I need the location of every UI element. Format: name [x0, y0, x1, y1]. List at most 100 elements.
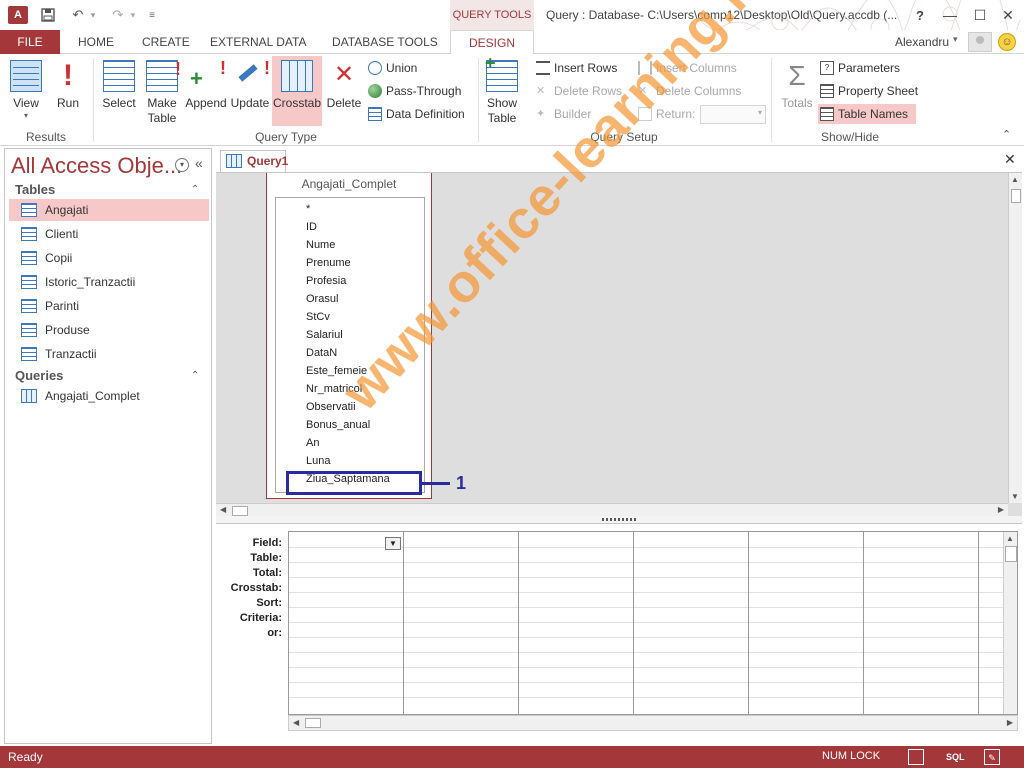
customize-toolbar-icon[interactable]: ≡: [146, 5, 158, 25]
grid-column[interactable]: [289, 532, 404, 714]
scroll-thumb[interactable]: [305, 718, 321, 728]
scroll-left-icon[interactable]: ◀: [220, 505, 226, 514]
help-button[interactable]: ?: [908, 4, 932, 26]
nav-shutter-icon[interactable]: «: [195, 155, 203, 171]
nav-item-query[interactable]: Angajati_Complet: [9, 385, 209, 407]
datasheet-view-icon[interactable]: [908, 749, 924, 765]
scroll-left-icon[interactable]: ◀: [293, 718, 299, 727]
nav-section-tables[interactable]: Tables: [15, 182, 55, 197]
nav-menu-dropdown-icon[interactable]: ▾: [175, 158, 189, 172]
tab-create[interactable]: CREATE: [132, 30, 200, 54]
return-dropdown[interactable]: ▾: [700, 105, 766, 124]
smiley-feedback-icon[interactable]: ☺: [998, 33, 1016, 51]
builder-button[interactable]: ✦ Builder: [534, 104, 591, 124]
vertical-scrollbar[interactable]: ▲ ▼: [1008, 173, 1022, 503]
nav-item-table[interactable]: Istoric_Tranzactii: [9, 271, 209, 293]
document-tab-query1[interactable]: Query1: [220, 150, 288, 172]
field-item[interactable]: Nume: [306, 236, 335, 254]
field-item[interactable]: Este_femeie: [306, 362, 367, 380]
crosstab-button[interactable]: Crosstab: [272, 56, 322, 126]
field-item[interactable]: Observatii: [306, 398, 356, 416]
nav-item-table[interactable]: Parinti: [9, 295, 209, 317]
field-item[interactable]: An: [306, 434, 319, 452]
data-definition-button[interactable]: Data Definition: [366, 104, 465, 124]
pane-splitter[interactable]: [216, 516, 1022, 524]
close-document-icon[interactable]: ✕: [1004, 151, 1016, 168]
scroll-up-icon[interactable]: ▲: [1006, 534, 1014, 543]
union-button[interactable]: Union: [366, 58, 417, 78]
delete-button[interactable]: ✕ Delete: [324, 56, 364, 126]
grid-column[interactable]: [404, 532, 519, 714]
field-dropdown-icon[interactable]: ▼: [385, 537, 401, 550]
append-button[interactable]: +! Append: [183, 56, 229, 126]
grid-vertical-scrollbar[interactable]: ▲: [1003, 532, 1017, 714]
user-dropdown-icon[interactable]: ▾: [953, 34, 958, 45]
scroll-up-icon[interactable]: ▲: [1011, 175, 1019, 184]
scroll-right-icon[interactable]: ▶: [998, 505, 1004, 514]
redo-icon[interactable]: ↷: [108, 5, 128, 25]
field-item[interactable]: StCv: [306, 308, 330, 326]
run-button[interactable]: ! Run: [50, 56, 86, 126]
maximize-button[interactable]: ☐: [968, 4, 992, 26]
tab-file[interactable]: FILE: [0, 30, 60, 54]
show-table-button[interactable]: + Show Table: [482, 53, 522, 126]
select-button[interactable]: Select: [98, 56, 140, 126]
tab-external-data[interactable]: EXTERNAL DATA: [200, 30, 316, 54]
insert-columns-button[interactable]: Insert Columns: [636, 58, 737, 78]
grid-column[interactable]: [519, 532, 634, 714]
tab-home[interactable]: HOME: [68, 30, 124, 54]
nav-item-table[interactable]: Clienti: [9, 223, 209, 245]
field-item[interactable]: DataN: [306, 344, 337, 362]
grid-horizontal-scrollbar[interactable]: ◀ ▶: [288, 715, 1018, 731]
nav-item-table[interactable]: Angajati: [9, 199, 209, 221]
tab-database-tools[interactable]: DATABASE TOOLS: [322, 30, 448, 54]
field-item[interactable]: ID: [306, 218, 317, 236]
splitter-grip-icon[interactable]: [602, 518, 636, 521]
grid-column[interactable]: [864, 532, 979, 714]
field-item[interactable]: Prenume: [306, 254, 351, 272]
grid-column[interactable]: [749, 532, 864, 714]
field-item[interactable]: Salariul: [306, 326, 343, 344]
minimize-button[interactable]: —: [938, 4, 962, 26]
table-names-button[interactable]: Table Names: [818, 104, 916, 124]
undo-dropdown-icon[interactable]: ▾: [88, 5, 98, 25]
nav-item-table[interactable]: Produse: [9, 319, 209, 341]
query-design-grid[interactable]: ▼ ▲: [288, 531, 1018, 715]
delete-rows-button[interactable]: ✕ Delete Rows: [534, 81, 622, 101]
collapse-ribbon-icon[interactable]: ⌃: [1002, 128, 1011, 141]
field-item[interactable]: Nr_matricol: [306, 380, 362, 398]
redo-dropdown-icon[interactable]: ▾: [128, 5, 138, 25]
nav-pane-title[interactable]: All Access Obje...: [11, 153, 182, 179]
delete-columns-button[interactable]: ✕ Delete Columns: [636, 81, 741, 101]
collapse-section-icon[interactable]: ⌃: [191, 184, 199, 195]
scroll-right-icon[interactable]: ▶: [1007, 718, 1013, 727]
scroll-thumb[interactable]: [1005, 546, 1017, 562]
scroll-thumb[interactable]: [232, 506, 248, 516]
nav-item-table[interactable]: Copii: [9, 247, 209, 269]
user-name[interactable]: Alexandru: [895, 35, 949, 49]
nav-section-queries[interactable]: Queries: [15, 368, 63, 383]
field-item[interactable]: Profesia: [306, 272, 346, 290]
view-button[interactable]: View ▾: [6, 56, 46, 126]
field-item-luna[interactable]: Luna: [306, 452, 330, 470]
scroll-down-icon[interactable]: ▼: [1011, 492, 1019, 501]
save-icon[interactable]: [38, 5, 58, 25]
totals-button[interactable]: Σ Totals: [778, 56, 816, 126]
make-table-button[interactable]: ! Make Table: [142, 56, 182, 126]
close-window-button[interactable]: ✕: [996, 4, 1020, 26]
grid-column[interactable]: [634, 532, 749, 714]
parameters-button[interactable]: ? Parameters: [818, 58, 900, 78]
sql-view-icon[interactable]: SQL: [946, 749, 965, 765]
collapse-section-icon[interactable]: ⌃: [191, 370, 199, 381]
return-selector[interactable]: Return:: [636, 104, 695, 124]
nav-item-table[interactable]: Tranzactii: [9, 343, 209, 365]
field-list-window[interactable]: Angajati_Complet * ID Nume Prenume Profe…: [266, 173, 432, 499]
field-item[interactable]: Orasul: [306, 290, 338, 308]
pass-through-button[interactable]: Pass-Through: [366, 81, 461, 101]
avatar[interactable]: [968, 32, 992, 52]
tab-design[interactable]: DESIGN: [450, 30, 534, 55]
horizontal-scrollbar[interactable]: ◀ ▶: [216, 503, 1008, 517]
field-item[interactable]: Bonus_anual: [306, 416, 370, 434]
field-item[interactable]: *: [306, 200, 310, 218]
undo-icon[interactable]: ↶: [68, 5, 88, 25]
